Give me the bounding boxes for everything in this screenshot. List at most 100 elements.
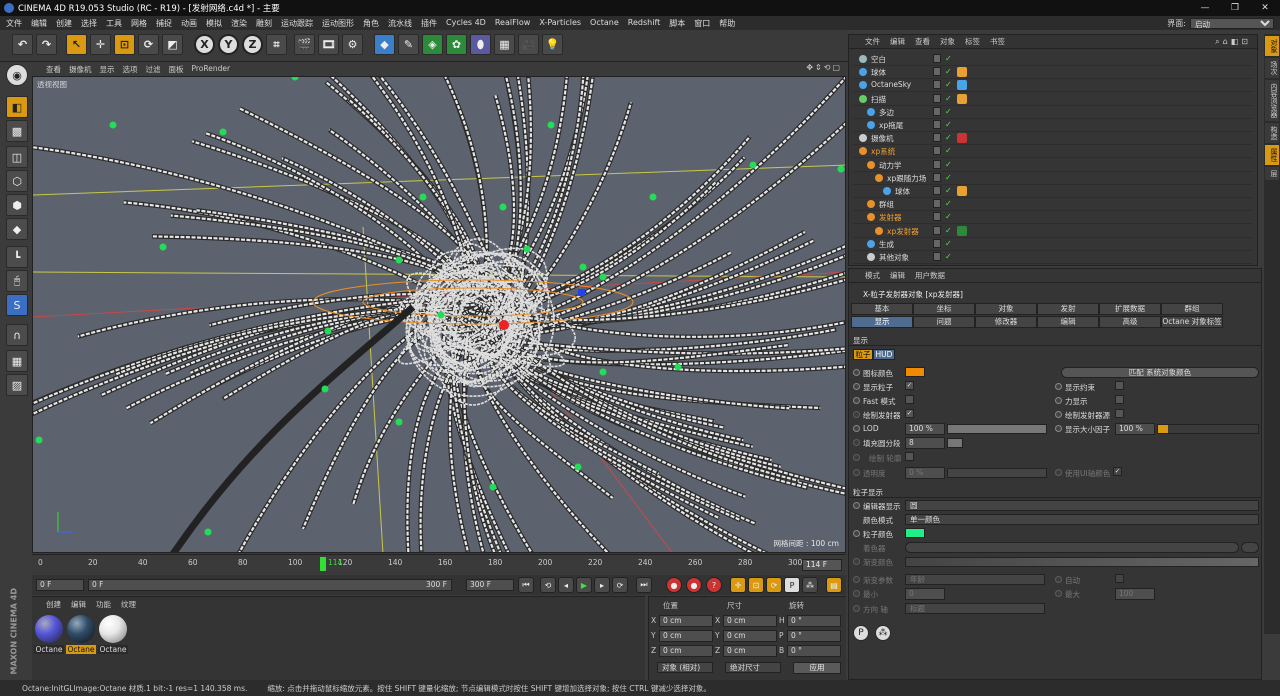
draw-outline-checkbox[interactable] bbox=[905, 452, 914, 461]
object-row[interactable]: xp跟随力场 ✓ bbox=[853, 172, 1253, 185]
size-factor-slider[interactable] bbox=[1157, 424, 1259, 434]
apply-button[interactable]: 应用 bbox=[793, 662, 841, 674]
gradient-bar[interactable] bbox=[905, 557, 1259, 567]
menu-item[interactable]: 选择 bbox=[81, 18, 97, 29]
object-menu-item[interactable]: 标签 bbox=[965, 36, 980, 47]
anim-dot-icon[interactable] bbox=[853, 383, 860, 390]
menu-item[interactable]: 帮助 bbox=[719, 18, 735, 29]
python-icon[interactable]: P bbox=[853, 625, 869, 641]
object-row[interactable]: xp系统 ✓ bbox=[853, 145, 1253, 159]
enable-check-icon[interactable]: ✓ bbox=[945, 226, 952, 235]
object-row[interactable]: xp拖尾 ✓ bbox=[853, 119, 1253, 132]
viewport-menu-item[interactable]: 面板 bbox=[169, 64, 184, 75]
show-constraints-checkbox[interactable] bbox=[1115, 381, 1124, 390]
points-mode-icon[interactable]: ⬡ bbox=[6, 170, 28, 192]
deformer-icon[interactable]: ⬮ bbox=[470, 34, 491, 55]
icon-color-swatch[interactable] bbox=[905, 367, 925, 377]
enable-check-icon[interactable]: ✓ bbox=[945, 252, 952, 261]
material-octane-2[interactable]: Octane bbox=[66, 615, 96, 654]
rotate-tool-icon[interactable]: ⟳ bbox=[138, 34, 159, 55]
record-keys-icon[interactable]: ● bbox=[666, 577, 682, 593]
visibility-toggle[interactable] bbox=[933, 212, 941, 222]
anim-dot-icon[interactable] bbox=[1055, 425, 1062, 432]
color-mode-dropdown[interactable]: 单一颜色 bbox=[905, 514, 1259, 525]
attr-menu-item[interactable]: 用户数据 bbox=[915, 270, 945, 281]
magnet-icon[interactable]: ∩ bbox=[6, 324, 28, 346]
draw-emitter-source-checkbox[interactable] bbox=[1115, 409, 1124, 418]
visibility-toggle[interactable] bbox=[933, 186, 941, 195]
menu-item[interactable]: 编辑 bbox=[31, 18, 47, 29]
workplane-icon[interactable]: ▦ bbox=[6, 350, 28, 372]
current-frame-field[interactable]: 114 F bbox=[802, 559, 842, 571]
min-field[interactable]: 0 bbox=[905, 588, 945, 600]
xpresso-icon[interactable]: ⁂ bbox=[875, 625, 891, 641]
cube-primitive-icon[interactable]: ◆ bbox=[374, 34, 395, 55]
coord-field[interactable]: 0 cm bbox=[659, 645, 713, 657]
attr-tab[interactable]: 对象 bbox=[975, 303, 1037, 315]
use-ui-color-checkbox[interactable]: ✓ bbox=[1113, 467, 1122, 476]
enable-check-icon[interactable]: ✓ bbox=[945, 146, 952, 155]
timeline-window-icon[interactable]: ▤ bbox=[826, 577, 842, 593]
object-row[interactable]: OctaneSky ✓ bbox=[853, 79, 1253, 93]
attr-tab[interactable]: 基本 bbox=[851, 303, 913, 315]
attr-tab[interactable]: 群组 bbox=[1161, 303, 1223, 315]
attr-tab[interactable]: 编辑 bbox=[1037, 316, 1099, 328]
material-menu-item[interactable]: 纹理 bbox=[121, 599, 136, 610]
interface-dropdown[interactable]: 启动 bbox=[1190, 17, 1274, 29]
object-row[interactable]: 摄像机 ✓ bbox=[853, 132, 1253, 146]
anim-dot-icon[interactable] bbox=[853, 502, 860, 509]
object-row[interactable]: 多边 ✓ bbox=[853, 106, 1253, 119]
axis-mode-icon[interactable]: ┗ bbox=[6, 246, 28, 268]
visibility-toggle[interactable] bbox=[933, 252, 941, 261]
anim-dot-icon[interactable] bbox=[853, 576, 860, 583]
cloner-icon[interactable]: ✿ bbox=[446, 34, 467, 55]
timeline-ruler[interactable]: 0 20 40 60 80 100 120 140 160 180 200 220 240 260 280 3… bbox=[32, 554, 846, 574]
object-menu-item[interactable]: 查看 bbox=[915, 36, 930, 47]
material-menu-item[interactable]: 编辑 bbox=[71, 599, 86, 610]
transparency-field[interactable]: 0 % bbox=[905, 467, 945, 479]
keyframe-selection-icon[interactable]: ? bbox=[706, 577, 722, 593]
object-row[interactable]: 扫描 ✓ bbox=[853, 93, 1253, 106]
match-system-color-button[interactable]: 匹配 系统对象颜色 bbox=[1061, 367, 1259, 378]
camera-icon[interactable]: 🎥 bbox=[518, 34, 539, 55]
enable-check-icon[interactable]: ✓ bbox=[945, 80, 952, 89]
object-row[interactable]: 球体 ✓ bbox=[853, 66, 1253, 80]
attr-tab[interactable]: 问题 bbox=[913, 316, 975, 328]
snap-icon[interactable]: S bbox=[6, 294, 28, 316]
frame-range-slider[interactable]: 0 F 300 F bbox=[88, 579, 452, 591]
menu-item[interactable]: 脚本 bbox=[669, 18, 685, 29]
menu-item[interactable]: 运动图形 bbox=[322, 18, 354, 29]
menu-item[interactable]: Octane bbox=[590, 18, 619, 29]
visibility-toggle[interactable] bbox=[933, 159, 941, 169]
material-menu-item[interactable]: 功能 bbox=[96, 599, 111, 610]
menu-item[interactable]: 动画 bbox=[181, 18, 197, 29]
perspective-viewport[interactable]: 透视视图 网格间距 : 100 cm bbox=[32, 76, 846, 553]
object-menu-item[interactable]: 对象 bbox=[940, 36, 955, 47]
prev-frame-icon[interactable]: ◂ bbox=[558, 577, 574, 593]
menu-item[interactable]: RealFlow bbox=[495, 18, 531, 29]
size-mode-dropdown[interactable]: 绝对尺寸 bbox=[725, 662, 781, 673]
menu-item[interactable]: 创建 bbox=[56, 18, 72, 29]
side-tab[interactable]: 内容浏览器 bbox=[1265, 80, 1279, 121]
menu-item[interactable]: 窗口 bbox=[694, 18, 710, 29]
anim-dot-icon[interactable] bbox=[853, 454, 860, 461]
edges-mode-icon[interactable]: ⬢ bbox=[6, 194, 28, 216]
viewport-nav-icons[interactable]: ✥⇕⟲▢ bbox=[806, 63, 842, 72]
attr-menu-item[interactable]: 模式 bbox=[865, 270, 880, 281]
key-rotation-icon[interactable]: ⟳ bbox=[766, 577, 782, 593]
fill-segments-field[interactable]: 8 bbox=[905, 437, 945, 449]
floor-icon[interactable]: ▦ bbox=[494, 34, 515, 55]
anim-dot-icon[interactable] bbox=[853, 397, 860, 404]
object-tag-icon[interactable] bbox=[957, 186, 967, 196]
menu-item[interactable]: 雕刻 bbox=[256, 18, 272, 29]
enable-check-icon[interactable]: ✓ bbox=[945, 107, 952, 116]
transparency-slider[interactable] bbox=[947, 468, 1047, 478]
polygons-mode-icon[interactable]: ◆ bbox=[6, 218, 28, 240]
viewport-menu-item[interactable]: 显示 bbox=[100, 64, 115, 75]
key-scale-icon[interactable]: ⊡ bbox=[748, 577, 764, 593]
undo-icon[interactable]: ↶ bbox=[12, 34, 33, 55]
coord-field[interactable]: 0 ° bbox=[787, 630, 841, 642]
auto-key-icon[interactable]: ● bbox=[686, 577, 702, 593]
workplane-mode-icon[interactable]: ◫ bbox=[6, 146, 28, 168]
coord-field[interactable]: 0 cm bbox=[659, 615, 713, 627]
